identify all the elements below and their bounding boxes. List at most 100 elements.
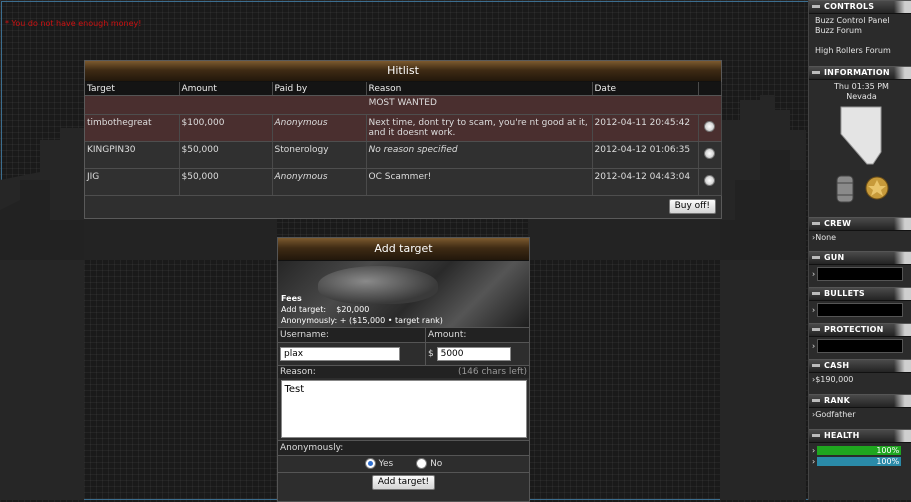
date: 2012-04-12 01:06:35 [592,141,699,169]
anonymously-yes-radio[interactable] [364,458,376,469]
controls-section: Buzz Control Panel Buzz Forum High Rolle… [809,14,911,66]
select-cell [698,114,722,142]
reason: No reason specified [366,141,593,169]
target-name: timbothegreat [85,114,180,142]
section-header-protection: PROTECTION [809,323,911,337]
link-buzz-control-panel[interactable]: Buzz Control Panel [815,16,908,26]
anonymously-no-radio[interactable] [416,458,428,469]
column-header-date: Date [592,82,699,96]
section-title: RANK [824,396,851,405]
bounty-amount: $50,000 [179,168,273,196]
chars-left: (146 chars left) [457,367,527,377]
energy-row: › 100% [812,457,902,466]
badge-icon [865,176,888,200]
section-header-information: INFORMATION [809,66,911,80]
game-time: Thu 01:35 PM [834,82,889,91]
location: Nevada [846,92,877,101]
link-buzz-forum[interactable]: Buzz Forum [815,26,908,36]
column-header-amount: Amount [179,82,273,96]
date: 2012-04-11 20:45:42 [592,114,699,142]
table-row: timbothegreat $100,000 Anonymous Next ti… [85,114,722,142]
username-label: Username: [278,328,426,342]
buy-off-button[interactable]: Buy off! [668,199,716,214]
fees-add-value: $20,000 [336,305,370,314]
fees-title: Fees [281,294,302,303]
fees-anonymous: Anonymously: + ($15,000 • target rank) [281,316,443,325]
amount-label: Amount: [428,330,467,340]
crew-section: ›None [812,233,837,242]
rank-section: ›Godfather [812,410,856,419]
protection-slot [817,339,904,353]
section-header-bullets: BULLETS [809,287,911,301]
most-wanted-label: MOST WANTED [85,95,722,115]
health-section: › 100% › 100% [809,443,911,473]
energy-value: 100% [876,457,900,466]
section-title: INFORMATION [824,68,890,77]
section-title: CASH [824,361,850,370]
error-message: * You do not have enough money! [5,19,142,28]
amount-input[interactable] [436,347,511,361]
section-title: HEALTH [824,431,860,440]
reason-label: Reason: [280,367,316,377]
date: 2012-04-12 04:43:04 [592,168,699,196]
reason-header: Reason: (146 chars left) [278,365,529,378]
username-cell [278,343,426,365]
information-section: Thu 01:35 PM Nevada [809,80,911,217]
table-row: KINGPIN30 $50,000 Stonerology No reason … [85,141,722,169]
hitlist-panel: Hitlist Target Amount Paid by Reason Dat… [84,60,722,219]
reason-textarea[interactable] [280,380,527,438]
health-value: 100% [876,446,900,455]
hitlist-table: Target Amount Paid by Reason Date MOST W… [85,82,722,196]
bullets-slot [817,303,904,317]
items-icons [836,175,888,203]
add-target-panel: Add target Fees Add target: $20,000 Anon… [277,237,530,502]
yes-label: Yes [378,459,394,469]
energy-bar: 100% [817,457,902,466]
select-radio[interactable] [704,121,715,132]
hitlist-header-row: Target Amount Paid by Reason Date [85,82,722,96]
amount-cell: $ [426,343,529,365]
section-title: GUN [824,253,845,262]
add-target-button[interactable]: Add target! [371,475,436,490]
fees-info: Fees Add target: $20,000 Anonymously: + … [281,293,443,326]
section-header-rank: RANK [809,394,911,408]
bullets-section: › [809,301,911,323]
protection-section: › [809,337,911,359]
anonymously-radio-group: Yes No [278,455,529,472]
fees-banner-image: Fees Add target: $20,000 Anonymously: + … [278,261,529,327]
fees-add-label: Add target: [281,305,327,314]
link-high-rollers-forum[interactable]: High Rollers Forum [815,46,908,56]
sidebar: CONTROLS Buzz Control Panel Buzz Forum H… [808,0,911,500]
anonymously-label: Anonymously: [278,440,529,455]
nevada-map-icon [840,106,881,165]
column-header-reason: Reason [366,82,593,96]
currency-symbol: $ [428,349,434,359]
health-bar: 100% [817,446,902,455]
section-title: PROTECTION [824,325,884,334]
most-wanted-row: MOST WANTED [85,95,722,115]
username-input[interactable] [280,347,400,361]
hitlist-title: Hitlist [85,61,721,82]
section-header-controls: CONTROLS [809,0,911,14]
select-cell [698,141,722,169]
column-header-paid-by: Paid by [272,82,367,96]
section-header-health: HEALTH [809,429,911,443]
select-radio[interactable] [704,148,715,159]
select-cell [698,168,722,196]
select-radio[interactable] [704,175,715,186]
bounty-amount: $100,000 [179,114,273,142]
crew-value: None [815,233,837,242]
cash-section: ›$190,000 [812,375,854,384]
bounty-amount: $50,000 [179,141,273,169]
section-title: CREW [824,219,852,228]
column-header-select [698,82,722,96]
column-header-target: Target [85,82,180,96]
field-inputs-row: $ [278,342,529,365]
gun-slot [817,267,904,281]
paid-by: Stonerology [272,141,367,169]
no-label: No [430,459,443,469]
section-title: BULLETS [824,289,865,298]
target-name: KINGPIN30 [85,141,180,169]
target-name: JIG [85,168,180,196]
rank-value: Godfather [815,410,856,419]
